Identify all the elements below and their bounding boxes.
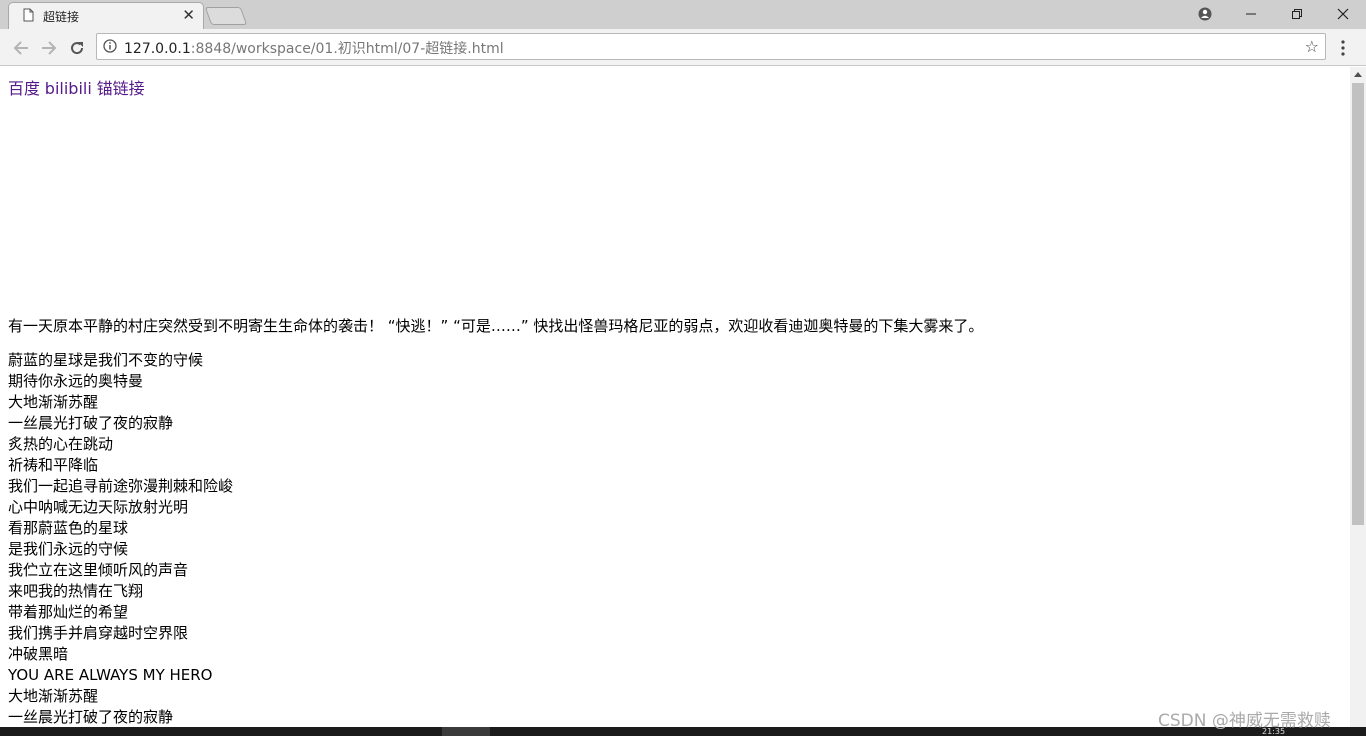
lyric-line: 我伫立在这里倾听风的声音	[8, 561, 189, 579]
lyric-line: 大地渐渐苏醒	[8, 393, 99, 411]
tab-close-icon[interactable]: ✕	[182, 6, 195, 24]
minimize-button[interactable]	[1228, 0, 1274, 27]
reload-icon	[71, 42, 84, 55]
arrow-right-icon	[42, 41, 57, 55]
page-viewport: 百度 bilibili 锚链接 有一天原本平静的村庄突然受到不明寄生生命体的袭击…	[0, 67, 1350, 727]
lyric-line: 我们一起追寻前途弥漫荆棘和险峻	[8, 477, 234, 495]
document-icon	[23, 8, 34, 22]
url-text[interactable]: 127.0.0.1:8848/workspace/01.初识html/07-超链…	[124, 38, 504, 58]
lyric-line: 蔚蓝的星球是我们不变的守候	[8, 351, 204, 369]
url-host: 127.0.0.1	[124, 41, 191, 57]
lyric-line: 看那蔚蓝色的星球	[8, 519, 129, 537]
lyric-line: 一丝晨光打破了夜的寂静	[8, 414, 174, 432]
lyric-line: 是我们永远的守候	[8, 540, 129, 558]
menu-dots-icon[interactable]	[1336, 37, 1350, 59]
link-row: 百度 bilibili 锚链接	[8, 75, 1342, 99]
bookmark-star-icon[interactable]: ☆	[1305, 37, 1319, 56]
lyric-line: YOU ARE ALWAYS MY HERO	[8, 666, 213, 684]
back-button[interactable]	[10, 37, 32, 59]
browser-tab[interactable]: 超链接 ✕	[8, 2, 204, 29]
link-anchor[interactable]: 锚链接	[97, 79, 145, 98]
profile-icon[interactable]	[1182, 0, 1228, 27]
lyric-line: 我们携手并肩穿越时空界限	[8, 624, 189, 642]
arrow-left-icon	[13, 41, 28, 55]
lyric-line: 祈祷和平降临	[8, 456, 99, 474]
lyric-line: 带着那灿烂的希望	[8, 603, 129, 621]
link-bilibili[interactable]: bilibili	[45, 79, 92, 98]
csdn-watermark: CSDN @神威无需救赎	[1158, 711, 1331, 731]
page-content: 百度 bilibili 锚链接 有一天原本平静的村庄突然受到不明寄生生命体的袭击…	[0, 67, 1350, 727]
lyrics-block: 蔚蓝的星球是我们不变的守候 期待你永远的奥特曼 大地渐渐苏醒 一丝晨光打破了夜的…	[8, 350, 1342, 727]
lyric-line: 冲破黑暗	[8, 645, 69, 663]
lyric-line: 一丝晨光打破了夜的寂静	[8, 708, 174, 726]
reload-button[interactable]	[66, 37, 88, 59]
tab-title: 超链接	[43, 10, 80, 24]
close-window-button[interactable]	[1320, 0, 1366, 27]
lyric-line: 来吧我的热情在飞翔	[8, 582, 144, 600]
lyric-line: 炙热的心在跳动	[8, 435, 114, 453]
intro-paragraph: 有一天原本平静的村庄突然受到不明寄生生命体的袭击！ “快逃！” “可是……” 快…	[8, 317, 984, 335]
link-baidu[interactable]: 百度	[8, 79, 40, 98]
taskbar-app-button[interactable]	[442, 727, 490, 736]
new-tab-button[interactable]	[204, 7, 248, 25]
lyric-line: 心中呐喊无边天际放射光明	[8, 498, 189, 516]
url-path: :8848/workspace/01.初识html/07-超链接.html	[190, 41, 504, 57]
tab-strip: 超链接 ✕	[0, 0, 1366, 29]
blank-area	[8, 99, 1342, 315]
lyric-line: 大地渐渐苏醒	[8, 687, 99, 705]
address-bar[interactable]: 127.0.0.1:8848/workspace/01.初识html/07-超链…	[96, 33, 1326, 60]
forward-button[interactable]	[38, 37, 60, 59]
restore-button[interactable]	[1274, 0, 1320, 27]
scroll-up-arrow-icon[interactable]	[1354, 72, 1362, 77]
lyric-line: 期待你永远的奥特曼	[8, 372, 144, 390]
vertical-scrollbar[interactable]	[1350, 67, 1366, 727]
browser-toolbar: 127.0.0.1:8848/workspace/01.初识html/07-超链…	[0, 29, 1366, 66]
scrollbar-thumb[interactable]	[1352, 83, 1364, 525]
info-icon	[103, 39, 117, 53]
